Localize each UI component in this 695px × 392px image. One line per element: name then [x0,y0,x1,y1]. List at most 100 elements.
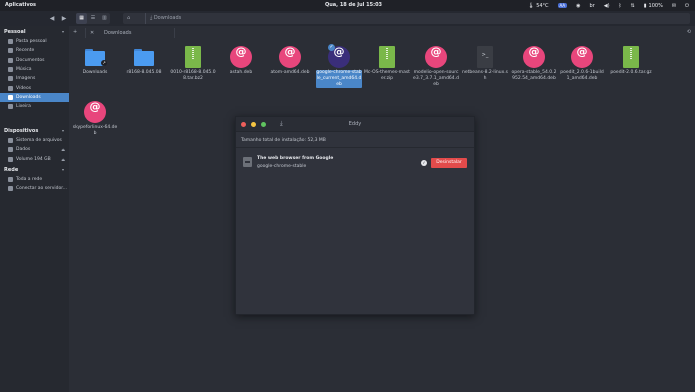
debian-package-icon [84,101,106,123]
file-item[interactable]: Mc-OS-themes-master.zip [364,46,410,82]
file-item[interactable]: 0010-r8168-8.045.08.tar.bz2 [170,46,216,82]
steam-icon[interactable]: ◉ [576,3,580,9]
sidebar-item[interactable]: Recente [0,46,69,55]
sidebar-item[interactable]: Conectar ao servidor... [0,184,69,193]
network-icon[interactable]: ⇅ [631,3,635,9]
file-label: poedit-2.0.6.tar.gz [610,70,652,75]
home-icon[interactable]: ⌂ [127,13,130,24]
sidebar-item[interactable]: Dados ⏏ [0,145,69,154]
sidebar: Pessoal ▾ Pasta pessoal Recente Documentos Mú… [0,26,69,392]
forward-button[interactable]: ▶ [59,14,69,23]
uninstall-button[interactable]: Desinstalar [431,158,467,168]
sidebar-item-label: Recente [16,48,35,54]
power-icon[interactable]: ⏻ [685,3,689,9]
file-item[interactable]: netbeans-8.2-linux.sh [462,46,508,82]
drive-icon [8,156,13,162]
battery-icon: ▮ [643,2,647,9]
dialog-titlebar: ⤓ Eddy [236,117,474,132]
sidebar-item[interactable]: Vídeos [0,84,69,93]
file-label: netbeans-8.2-linux.sh [462,70,509,81]
home-icon [8,39,13,44]
file-item[interactable]: modelio-open-source3.7_3.7.1_amd64.deb [413,46,459,88]
eject-icon[interactable]: ⏏ [61,155,65,164]
app-indicator-badge[interactable]: AA [557,3,568,8]
grid-icon: ▦ [79,15,85,21]
chevron-down-icon[interactable]: ▾ [62,167,64,172]
file-item[interactable]: ↗ Downloads [72,46,118,76]
thermometer-indicator[interactable]: 🌡 54°C [528,3,549,9]
drive-icon [8,138,13,143]
file-item[interactable]: atom-amd64.deb [267,46,313,76]
tab-downloads[interactable]: ✕ Downloads [85,28,175,38]
drive-icon [8,147,13,153]
new-tab-button[interactable]: + [73,29,77,35]
file-label: poedit_2.0.6-1build1_amd64.deb [560,70,604,81]
file-item[interactable]: ✓ google-chrome-stable_current_amd64.deb [316,44,362,88]
restore-tab-icon[interactable]: ⟲ [687,29,691,35]
chevron-down-icon[interactable]: ▾ [62,29,64,34]
columns-icon: ▥ [101,15,107,21]
chevron-down-icon[interactable]: ▾ [62,128,64,133]
keyboard-layout[interactable]: br [590,3,595,9]
sidebar-item[interactable]: Pasta pessoal [0,37,69,46]
clock[interactable]: Qua, 18 de Jul 15:03 [325,2,382,8]
path-bar[interactable]: ⌂ ⤓ Downloads [123,13,690,24]
battery-indicator[interactable]: ▮ 100% [644,3,663,9]
selection-check-icon[interactable]: ✓ [328,44,335,51]
sidebar-item-label: Vídeos [16,85,32,91]
file-item[interactable]: poedit_2.0.6-1build1_amd64.deb [559,46,605,82]
file-item[interactable]: opera-stable_54.0.2952.54_amd64.deb [511,46,557,82]
eddy-dialog: ⤓ Eddy Tamanho total de instalação: 52,3… [235,116,475,315]
system-tray: 🌡 54°C AA ◉ br ◀) ᛒ ⇅ ▮ 100% ✉ ⏻ [528,1,689,10]
file-item[interactable]: skypeforlinux-64.deb [72,101,118,137]
install-size-label: Tamanho total de instalação: 52,3 MB [241,138,326,143]
sidebar-item[interactable]: Toda a rede [0,175,69,184]
package-description: The web browser from Google [257,156,334,161]
debian-package-icon: ✓ [328,44,350,68]
file-manager-window: ◀ ▶ ▦ ☰ ▥ ⌂ ⤓ Downloads Pessoal ▾ Pasta pe… [0,11,695,392]
sidebar-item-label: Dados [16,147,31,153]
applications-menu[interactable]: Aplicativos [5,2,36,8]
sidebar-item-label: Volume 194 GB [16,156,51,162]
archive-icon [623,46,639,68]
notifications-icon[interactable]: ✉ [672,3,676,9]
list-view-button[interactable]: ☰ [87,13,98,24]
icon-view-button[interactable]: ▦ [76,13,88,24]
sidebar-section-header[interactable]: Pessoal ▾ [4,29,64,35]
clock-icon [8,48,13,54]
sidebar-item[interactable]: Sistema de arquivos [0,136,69,145]
package-icon [243,157,252,167]
sidebar-section-header[interactable]: Rede ▾ [4,167,64,173]
file-item[interactable]: poedit-2.0.6.tar.gz [608,46,654,76]
sidebar-item[interactable]: Música [0,65,69,74]
folder-icon [133,46,155,68]
bluetooth-icon[interactable]: ᛒ [619,3,622,9]
script-icon [477,46,493,68]
package-name: google-chrome-stable [257,164,307,169]
column-view-button[interactable]: ▥ [99,13,110,24]
sidebar-item[interactable]: Documentos [0,56,69,65]
sidebar-item[interactable]: Downloads [0,92,69,102]
sidebar-item[interactable]: Imagens [0,74,69,83]
file-item[interactable]: r8168-8.045.08 [121,46,167,76]
file-item[interactable]: astah.deb [218,46,264,76]
file-label: astah.deb [229,70,253,75]
trash-icon [8,104,13,110]
close-icon[interactable]: ✕ [90,28,94,38]
sidebar-item[interactable]: Volume 194 GB ⏏ [0,155,69,164]
sidebar-item-label: Conectar ao servidor... [16,186,67,192]
sidebar-section-header[interactable]: Dispositivos ▾ [4,128,64,134]
sidebar-item[interactable]: Lixeira [0,102,69,111]
file-label: Downloads [82,70,108,75]
breadcrumb[interactable]: ⤓ Downloads [145,13,181,24]
download-icon [8,94,13,100]
view-mode-switcher: ▦ ☰ ▥ [76,13,110,24]
file-label: r8168-8.045.08 [126,70,162,75]
back-button[interactable]: ◀ [47,14,57,23]
arrow-left-icon: ◀ [49,15,55,22]
eject-icon[interactable]: ⏏ [61,145,65,154]
file-label: 0010-r8168-8.045.08.tar.bz2 [170,70,216,81]
symlink-icon: ↗ [101,60,107,66]
sidebar-item-label: Downloads [16,94,41,100]
volume-icon[interactable]: ◀) [604,3,610,9]
